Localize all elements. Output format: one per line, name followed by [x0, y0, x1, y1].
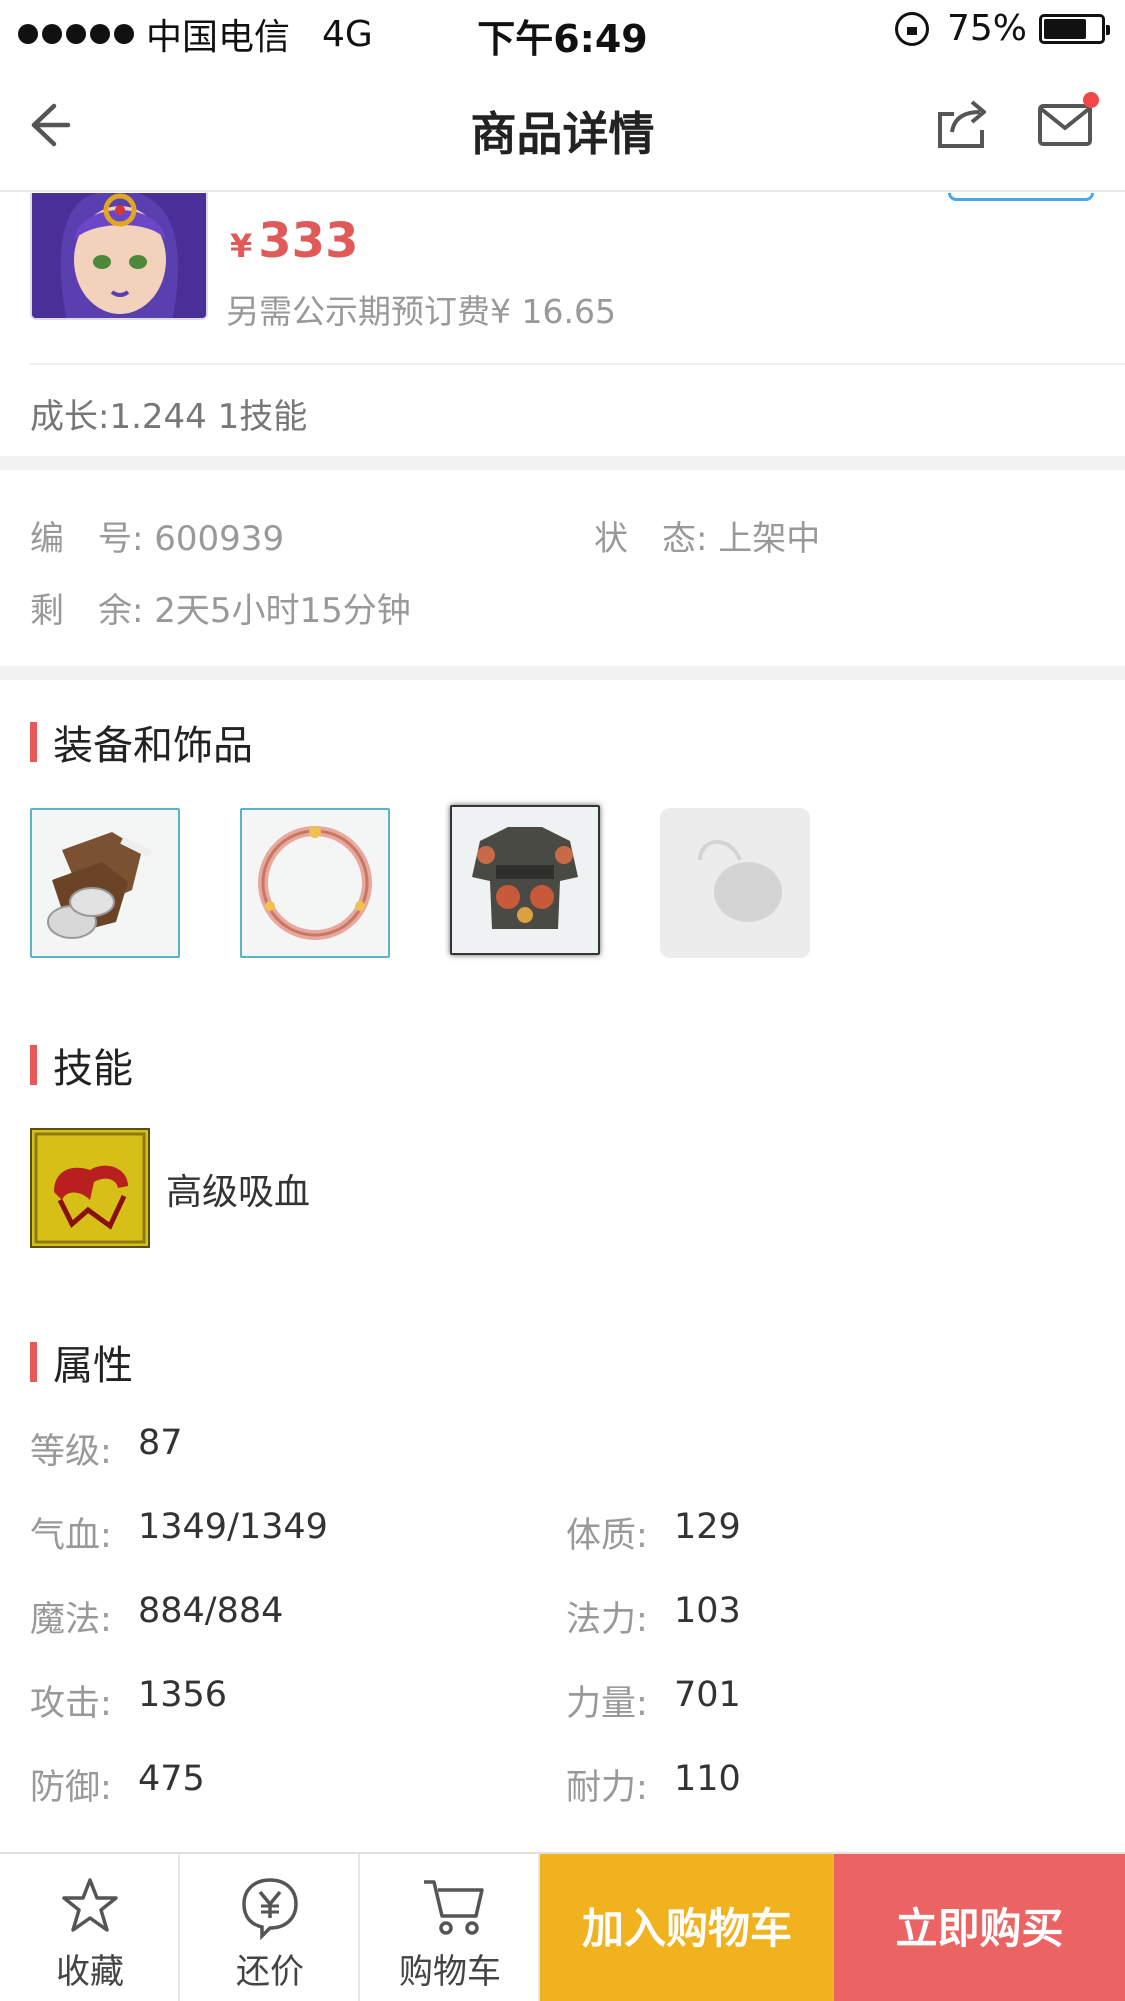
attributes-section-label: 属性: [53, 1343, 133, 1389]
battery-fill: [1044, 18, 1086, 39]
equipment-section-label: 装备和饰品: [53, 723, 253, 769]
attribute-value: 103: [674, 1591, 741, 1631]
notification-dot: [1083, 92, 1099, 108]
time-remaining-label: 剩 余:: [30, 591, 144, 631]
attribute-label: 攻击:: [30, 1684, 112, 1724]
reservation-fee: 另需公示期预订费¥ 16.65: [226, 292, 616, 331]
skills-section-title: 技能: [30, 1036, 133, 1094]
listing-status: 状 态: 上架中: [594, 511, 820, 560]
favorite-label: 收藏: [56, 1952, 124, 1992]
buy-now-button[interactable]: 立即购买: [834, 1854, 1125, 2001]
product-detail-content[interactable]: ¥ 333 另需公示期预订费¥ 16.65 成长:1.244 1技能 编 号: …: [0, 193, 1125, 1852]
share-icon[interactable]: [934, 96, 990, 152]
battery-icon: [1039, 13, 1110, 44]
navigation-bar: 商品详情: [0, 62, 1125, 192]
bargain-button[interactable]: 还价: [180, 1854, 360, 2001]
attribute-defense: 防御: 475: [30, 1759, 205, 1810]
skills-section-label: 技能: [53, 1046, 133, 1092]
divider: [30, 363, 1125, 365]
listing-id-value: 600939: [154, 519, 285, 559]
attribute-hp: 气血: 1349/1349: [30, 1507, 328, 1558]
attribute-label: 魔法:: [30, 1600, 112, 1640]
attributes-section-title: 属性: [30, 1333, 133, 1391]
ring-icon[interactable]: [240, 808, 390, 958]
time-remaining-value: 2天5小时15分钟: [154, 591, 411, 631]
bottom-action-bar: 收藏 还价 购物车 加入购物车 立即购买: [0, 1852, 1125, 2001]
armor-icon[interactable]: [450, 805, 600, 955]
section-accent-bar: [30, 1342, 37, 1382]
star-icon: [62, 1878, 118, 1932]
skill-name: 高级吸血: [166, 1172, 311, 1213]
status-right: 75%: [894, 8, 1110, 49]
shopping-cart-icon: [424, 1880, 484, 1935]
favorite-button[interactable]: 收藏: [0, 1854, 180, 2001]
listing-id-label: 编 号:: [30, 519, 144, 559]
cart-button[interactable]: 购物车: [360, 1854, 540, 2001]
price: ¥ 333: [230, 213, 358, 269]
pet-avatar: [30, 193, 208, 320]
attribute-label: 气血:: [30, 1516, 112, 1556]
empty-accessory-slot-icon[interactable]: [660, 808, 810, 958]
status-bar: 中国电信 4G 下午6:49 75%: [0, 0, 1125, 62]
orientation-lock-icon: [894, 11, 929, 46]
section-accent-bar: [30, 722, 37, 762]
yuan-bubble-icon: [242, 1878, 298, 1940]
section-accent-bar: [30, 1045, 37, 1085]
attribute-label: 等级:: [30, 1432, 112, 1472]
listing-id: 编 号: 600939: [30, 511, 284, 560]
attribute-endurance: 耐力: 110: [566, 1759, 741, 1810]
attribute-label: 法力:: [566, 1600, 648, 1640]
attribute-label: 体质:: [566, 1516, 648, 1556]
attribute-value: 1356: [138, 1675, 228, 1715]
attribute-value: 87: [138, 1423, 183, 1463]
add-to-cart-button[interactable]: 加入购物车: [540, 1854, 834, 2001]
growth-summary: 成长:1.244 1技能: [30, 397, 308, 437]
attribute-value: 129: [674, 1507, 741, 1547]
attribute-value: 110: [674, 1759, 741, 1799]
attribute-mp: 魔法: 884/884: [30, 1591, 283, 1642]
attribute-value: 1349/1349: [138, 1507, 328, 1547]
equipment-section-title: 装备和饰品: [30, 713, 253, 771]
boots-icon[interactable]: [30, 808, 180, 958]
attribute-magic-power: 法力: 103: [566, 1591, 741, 1642]
listing-status-value: 上架中: [718, 519, 821, 559]
currency-symbol: ¥: [230, 227, 253, 265]
price-amount: 333: [258, 213, 359, 269]
partial-action-button[interactable]: [948, 193, 1094, 201]
attribute-value: 475: [138, 1759, 205, 1799]
listing-status-label: 状 态:: [594, 519, 708, 559]
attribute-label: 防御:: [30, 1768, 112, 1808]
attribute-level: 等级: 87: [30, 1423, 183, 1474]
attribute-label: 耐力:: [566, 1768, 648, 1808]
time-remaining: 剩 余: 2天5小时15分钟: [30, 583, 411, 632]
attribute-label: 力量:: [566, 1684, 648, 1724]
battery-percentage: 75%: [946, 8, 1027, 49]
attribute-value: 884/884: [138, 1591, 284, 1631]
blood-sucking-skill-icon[interactable]: [30, 1128, 150, 1248]
cart-label: 购物车: [399, 1952, 501, 1992]
section-separator: [0, 456, 1125, 470]
attribute-constitution: 体质: 129: [566, 1507, 741, 1558]
attribute-value: 701: [674, 1675, 741, 1715]
bargain-label: 还价: [236, 1952, 304, 1992]
attribute-strength: 力量: 701: [566, 1675, 741, 1726]
section-separator: [0, 666, 1125, 680]
attribute-attack: 攻击: 1356: [30, 1675, 227, 1726]
